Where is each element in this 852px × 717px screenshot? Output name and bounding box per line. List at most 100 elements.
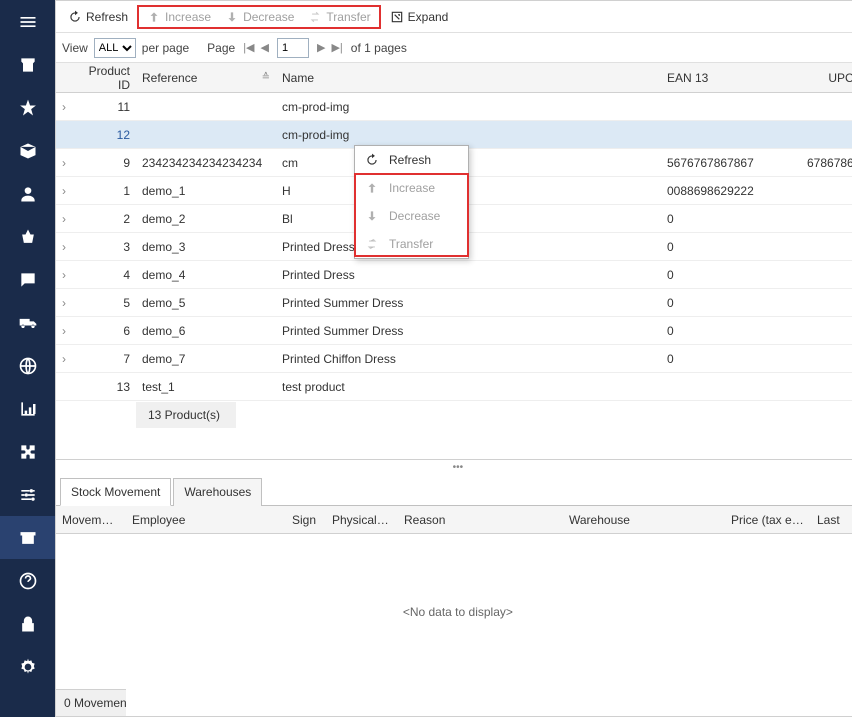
transfer-label: Transfer <box>326 10 370 24</box>
cell-id: 9 <box>80 156 136 170</box>
table-row[interactable]: ›6demo_6Printed Summer Dress0 <box>56 317 852 345</box>
arrow-down-icon <box>365 209 379 223</box>
toolbar: Refresh Increase Decrease Transfer Exp <box>56 1 852 33</box>
no-data-msg: <No data to display> <box>56 534 852 689</box>
table-row[interactable]: ›5demo_5Printed Summer Dress0 <box>56 289 852 317</box>
subcol-warehouse[interactable]: Warehouse <box>563 513 725 527</box>
sidebar-chart[interactable] <box>0 387 55 430</box>
sidebar-basket[interactable] <box>0 215 55 258</box>
ctx-refresh[interactable]: Refresh <box>355 146 468 174</box>
table-row[interactable]: ›7demo_7Printed Chiffon Dress0 <box>56 345 852 373</box>
sort-icon: ≙ <box>262 72 270 83</box>
pager-of-label: of 1 pages <box>351 41 407 55</box>
decrease-button[interactable]: Decrease <box>219 7 300 27</box>
cell-name: Printed Chiffon Dress <box>276 352 661 366</box>
transfer-button[interactable]: Transfer <box>302 7 376 27</box>
expand-toggle[interactable]: › <box>56 268 80 282</box>
transfer-icon <box>365 237 379 251</box>
expand-toggle[interactable]: › <box>56 240 80 254</box>
cell-name: cm-prod-img <box>276 100 661 114</box>
tab-warehouses[interactable]: Warehouses <box>173 478 262 506</box>
sidebar-sliders[interactable] <box>0 473 55 516</box>
col-productid[interactable]: Product ID <box>80 63 136 92</box>
shop-icon <box>18 55 38 75</box>
subcol-price[interactable]: Price (tax excl. <box>725 513 811 527</box>
ctx-decrease[interactable]: Decrease <box>355 202 468 230</box>
expand-toggle[interactable]: › <box>56 324 80 338</box>
sidebar-truck[interactable] <box>0 301 55 344</box>
sidebar-user[interactable] <box>0 172 55 215</box>
cell-upc: 6786786 <box>801 156 852 170</box>
subcol-sign[interactable]: Sign <box>286 513 326 527</box>
sidebar-puzzle[interactable] <box>0 430 55 473</box>
box-icon <box>18 141 38 161</box>
pager-page-input[interactable] <box>277 38 309 58</box>
split-handle[interactable]: ••• <box>56 459 852 475</box>
pager-last[interactable]: ▶| <box>329 41 344 54</box>
pager-page-label: Page <box>207 41 235 55</box>
expand-toggle[interactable]: › <box>56 352 80 366</box>
pager-next[interactable]: ▶ <box>315 41 327 54</box>
subcol-last[interactable]: Last <box>811 513 852 527</box>
hamburger-icon <box>18 12 38 32</box>
expand-label: Expand <box>408 10 449 24</box>
sidebar-archive[interactable] <box>0 516 55 559</box>
sidebar-globe[interactable] <box>0 344 55 387</box>
ctx-increase[interactable]: Increase <box>355 174 468 202</box>
sub-footer: 0 Movemen <box>56 689 126 716</box>
increase-label: Increase <box>165 10 211 24</box>
sidebar-help[interactable] <box>0 559 55 602</box>
sidebar-shop[interactable] <box>0 43 55 86</box>
pager-view-select[interactable]: ALL <box>94 38 136 58</box>
cell-ean: 0 <box>661 324 801 338</box>
pager-prev[interactable]: ◀ <box>259 41 271 54</box>
cell-id: 2 <box>80 212 136 226</box>
subcol-physical[interactable]: Physical Qu <box>326 513 398 527</box>
pager-first[interactable]: |◀ <box>241 41 256 54</box>
expand-toggle[interactable]: › <box>56 100 80 114</box>
sidebar-settings[interactable] <box>0 645 55 688</box>
col-name[interactable]: Name <box>276 63 661 92</box>
help-icon <box>18 571 38 591</box>
pager-perpage-label: per page <box>142 41 189 55</box>
refresh-label: Refresh <box>86 10 128 24</box>
cell-name: cm-prod-img <box>276 128 661 142</box>
truck-icon <box>18 313 38 333</box>
puzzle-icon <box>18 442 38 462</box>
expand-button[interactable]: Expand <box>384 7 455 27</box>
globe-icon <box>18 356 38 376</box>
cell-id: 12 <box>80 128 136 142</box>
tab-stock-movement[interactable]: Stock Movement <box>60 478 171 506</box>
refresh-button[interactable]: Refresh <box>62 7 134 27</box>
subcol-employee[interactable]: Employee <box>126 513 286 527</box>
sidebar-lock[interactable] <box>0 602 55 645</box>
table-row[interactable]: 13test_1test product <box>56 373 852 401</box>
ctx-transfer[interactable]: Transfer <box>355 230 468 258</box>
expand-toggle[interactable]: › <box>56 156 80 170</box>
table-row[interactable]: ›11cm-prod-img <box>56 93 852 121</box>
expand-icon <box>390 10 404 24</box>
sidebar-star[interactable] <box>0 86 55 129</box>
sidebar-menu[interactable] <box>0 0 55 43</box>
subgrid: Movement I Employee Sign Physical Qu Rea… <box>56 506 852 716</box>
sidebar-box[interactable] <box>0 129 55 172</box>
sidebar-chat[interactable] <box>0 258 55 301</box>
col-ean13[interactable]: EAN 13 <box>661 63 801 92</box>
subcol-reason[interactable]: Reason <box>398 513 563 527</box>
expand-toggle[interactable]: › <box>56 212 80 226</box>
pager: View ALL per page Page |◀ ◀ ▶ ▶| of 1 pa… <box>56 33 852 63</box>
table-row[interactable]: ›4demo_4Printed Dress0 <box>56 261 852 289</box>
arrow-up-icon <box>365 181 379 195</box>
cell-id: 4 <box>80 268 136 282</box>
subcol-movement[interactable]: Movement I <box>56 513 126 527</box>
context-menu: Refresh Increase Decrease Transfer <box>354 145 469 259</box>
expand-toggle[interactable]: › <box>56 296 80 310</box>
archive-icon <box>18 528 38 548</box>
expand-toggle[interactable]: › <box>56 184 80 198</box>
user-icon <box>18 184 38 204</box>
increase-button[interactable]: Increase <box>141 7 217 27</box>
col-upc[interactable]: UPC <box>801 63 852 92</box>
sidebar <box>0 0 55 717</box>
grid-footer: 13 Product(s) <box>56 401 852 429</box>
col-reference[interactable]: Reference≙ <box>136 63 276 92</box>
